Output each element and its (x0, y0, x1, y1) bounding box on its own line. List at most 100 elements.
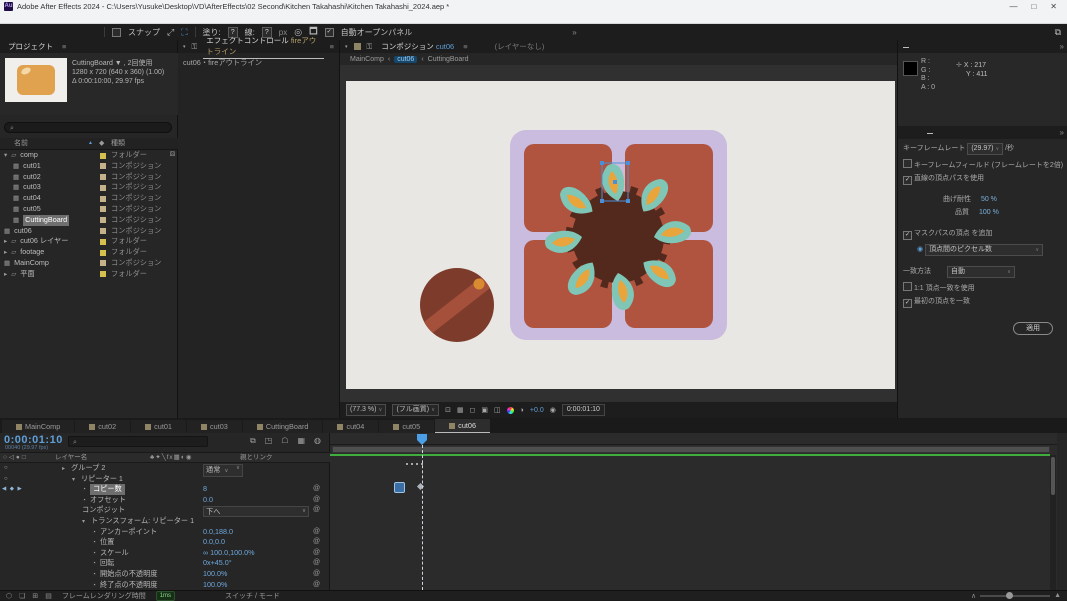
info-group-tab[interactable] (915, 46, 921, 48)
maximize-button[interactable]: □ (1031, 2, 1036, 11)
pick-whip-icon[interactable]: @ (313, 558, 320, 569)
timeline-property-row[interactable]: ○ ◀ ◆ ▶ ◔ コンポジット ∞ 下へ∨ 下へ∨ @ ∨ (0, 505, 330, 516)
tab-effect-controls[interactable]: エフェクトコントロール fireアウトライン (203, 34, 323, 59)
panel-menu-icon[interactable]: ≡ (330, 42, 334, 51)
timeline-tab[interactable]: cut01 (131, 420, 186, 433)
mask-feather-icon[interactable]: ⛶ (181, 27, 187, 38)
info-group-tab[interactable] (939, 46, 945, 48)
project-row[interactable]: ▱ ▦ cut02 コンポジション ⚄ (0, 172, 178, 183)
timeline-tab[interactable]: MainComp (2, 420, 74, 433)
stopwatch-icon[interactable]: ◔ (92, 539, 96, 546)
panel-menu-icon[interactable]: ≡ (62, 42, 66, 51)
project-row[interactable]: ▸ ▱ ▦ 平面 フォルダー ⚄ (0, 269, 178, 280)
item-name[interactable]: cut01 (23, 161, 41, 172)
selected-keyframe-icon[interactable] (394, 482, 405, 493)
property-value[interactable]: ∞100.0% (203, 580, 227, 591)
keyframe-fields-checkbox[interactable] (903, 159, 912, 168)
info-group-tab[interactable] (927, 46, 933, 48)
composition-canvas[interactable] (346, 81, 895, 389)
exposure-value[interactable]: +0.0 (530, 407, 544, 414)
label-color-swatch[interactable] (100, 174, 106, 180)
property-name[interactable]: コピー数 (90, 484, 125, 495)
search-workspace-icon[interactable]: ⧉ (1055, 27, 1061, 38)
timeline-property-row[interactable]: ○ ◀ ◆ ▶ ◔ オフセット ∞0.0 ∨ ∨ @ ∨ (0, 495, 330, 506)
item-name[interactable]: cut06 レイヤー (20, 236, 68, 247)
linear-vertex-checkbox[interactable] (903, 176, 912, 185)
timeline-tab[interactable]: cut02 (75, 420, 130, 433)
hide-shy-layers-icon[interactable]: ☖ (281, 436, 288, 446)
project-row[interactable]: ▱ ▦ cut04 コンポジション ⚄ (0, 193, 178, 204)
timeline-property-row[interactable]: ○ ◀ ◆ ▶ ◔ スケール ∞100.0,100.0% ∨ ∨ @ ∨ (0, 548, 330, 559)
label-color-swatch[interactable] (100, 196, 106, 202)
guides-icon[interactable]: ▣ (481, 406, 488, 414)
auto-open-panels-checkbox[interactable] (325, 28, 334, 37)
property-value[interactable]: ∞100.0,100.0% (203, 548, 255, 559)
pick-whip-icon[interactable]: @ (313, 580, 320, 591)
project-row[interactable]: ▱ ▦ CuttingBoard コンポジション ⚄ (0, 215, 178, 226)
project-row[interactable]: ▱ ▦ MainComp コンポジション ⚄ (0, 258, 178, 269)
breadcrumb-cuttingboard[interactable]: CuttingBoard (428, 56, 469, 63)
timeline-property-row[interactable]: ○ ◀ ◆ ▶ ▾ ◔ トランスフォーム: リピーター 1 ∞ ∨ ∨ @ ∨ (0, 516, 330, 527)
property-name[interactable]: オフセット (90, 495, 126, 506)
snapshot-camera-icon[interactable]: ◉ (550, 406, 556, 414)
timeline-tab[interactable]: cut06 (435, 419, 490, 433)
region-of-interest-icon[interactable]: ⊡ (445, 406, 451, 414)
expand-transfer-controls-icon[interactable]: ❏ (19, 592, 25, 600)
property-name[interactable]: 開始点の不透明度 (100, 569, 158, 580)
project-item-name[interactable]: CuttingBoard ▼ , 2回使用 (72, 59, 164, 68)
timeline-tab[interactable]: cut04 (323, 420, 378, 433)
motion-blur-icon[interactable]: ◍ (314, 436, 321, 446)
twirl-icon[interactable]: ▸ (4, 249, 7, 256)
lock-icon[interactable]: ⚿ (367, 42, 373, 52)
property-name[interactable]: 終了点の不透明度 (100, 580, 158, 591)
tab-overflow-icon[interactable]: » (1060, 128, 1064, 137)
property-value[interactable]: ∞0.0,188.0 (203, 527, 233, 538)
project-row[interactable]: ▸ ▱ ▦ footage フォルダー ⚄ (0, 247, 178, 258)
rulers-icon[interactable]: ◫ (494, 406, 501, 414)
keyframe-dot[interactable] (411, 463, 413, 465)
zoom-slider-track[interactable] (980, 595, 1050, 597)
keyframe-rate-dropdown[interactable]: (29.97) ∨ (967, 143, 1003, 155)
property-name[interactable]: グループ 2 (71, 463, 105, 474)
bend-resistance-value[interactable]: 50 % (981, 196, 997, 203)
item-name[interactable]: footage (20, 247, 44, 258)
tab-layer-none[interactable]: (レイヤーなし) (492, 40, 548, 53)
radio-dot-icon[interactable]: ◉ (917, 246, 923, 253)
preview-time[interactable]: 0:00:01:10 (562, 404, 605, 416)
eye-icon[interactable]: ○ (4, 463, 8, 474)
exposure-icon[interactable]: ◑ (520, 407, 524, 414)
timeline-track-area[interactable] (330, 433, 1057, 590)
label-color-swatch[interactable] (100, 260, 106, 266)
project-search-input[interactable]: ⌕ (4, 122, 172, 133)
project-list-header[interactable]: 名前 ▲ ◆ 種類 (0, 138, 178, 150)
parent-dropdown-caret[interactable]: ∨ (236, 463, 240, 474)
timeline-property-row[interactable]: ○ ◀ ◆ ▶ ◔ 位置 ∞0.0,0.0 ∨ ∨ @ ∨ (0, 537, 330, 548)
item-name[interactable]: CuttingBoard (23, 215, 69, 226)
timeline-property-row[interactable]: ○ ◀ ◆ ▶ ◔ 終了点の不透明度 ∞100.0% ∨ ∨ @ ∨ (0, 580, 330, 591)
close-button[interactable]: ✕ (1050, 2, 1057, 11)
column-type[interactable]: 種類 (111, 138, 125, 149)
property-name[interactable]: 位置 (100, 537, 114, 548)
info-group-tab[interactable] (903, 45, 909, 48)
stopwatch-icon[interactable]: ◔ (82, 497, 86, 504)
composition-viewer[interactable] (340, 65, 897, 402)
draft-3d-icon[interactable]: ◳ (265, 436, 273, 446)
keyframe-dot[interactable] (406, 463, 408, 465)
property-name[interactable]: コンポジット (82, 505, 125, 516)
apply-button[interactable]: 適用 (1013, 322, 1053, 335)
item-name[interactable]: cut03 (23, 182, 41, 193)
timeline-column-header[interactable]: ○◁●□ レイヤー名 ♣✦╲fx▦◐◉ 親とリンク (0, 452, 330, 463)
workspace-overflow-icon[interactable]: » (572, 28, 576, 37)
magnification-dropdown[interactable]: (77.3 %) ∨ (346, 404, 386, 416)
project-row[interactable]: ▾ ▱ ▦ comp フォルダー ⚄ (0, 150, 178, 161)
sort-arrow-icon[interactable]: ▲ (88, 138, 93, 149)
twirl-icon[interactable]: ▸ (4, 271, 7, 278)
item-name[interactable]: cut02 (23, 172, 41, 183)
mask-visibility-icon[interactable]: ◻ (470, 406, 476, 414)
channel-icon[interactable] (507, 407, 514, 414)
project-thumbnail[interactable] (5, 58, 67, 102)
label-column-icon[interactable]: ◆ (99, 138, 104, 149)
vertices-method-dropdown[interactable]: 頂点間のピクセル数∨ (925, 244, 1043, 256)
property-name[interactable]: トランスフォーム: リピーター 1 (91, 516, 194, 527)
parent-link-column[interactable]: 親とリンク (240, 453, 273, 463)
